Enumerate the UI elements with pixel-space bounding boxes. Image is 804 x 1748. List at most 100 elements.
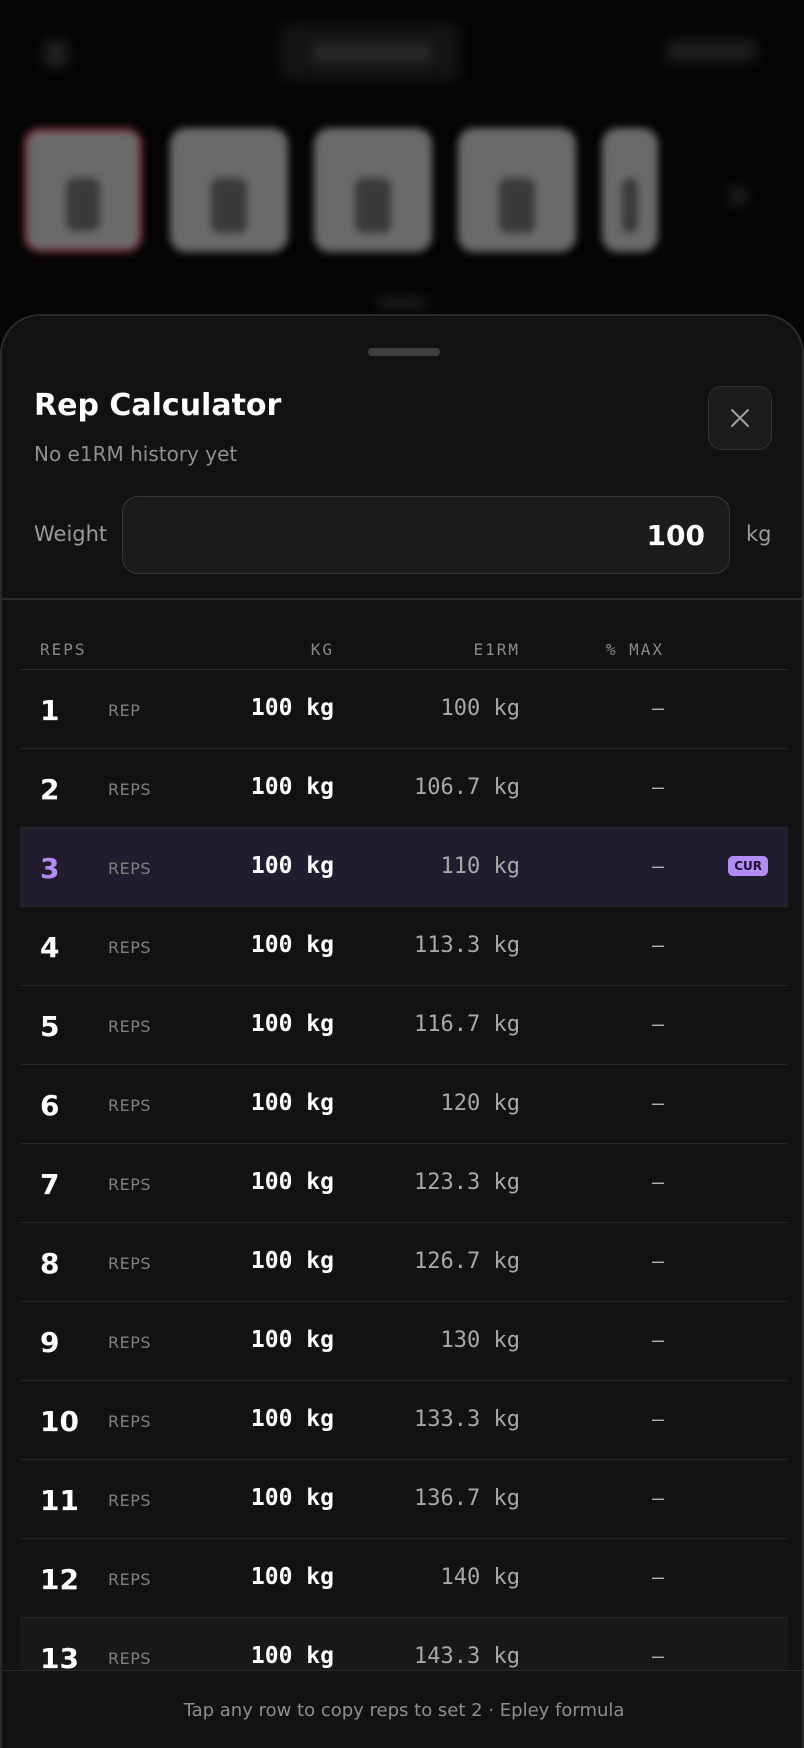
weight-value: 100 kg xyxy=(250,1406,334,1432)
current-badge: CUR xyxy=(728,856,768,876)
rep-unit-label: REPS xyxy=(108,1333,152,1352)
e1rm-value: 110 kg xyxy=(440,854,520,879)
rep-count: 5 xyxy=(40,1010,60,1043)
rep-count: 1 xyxy=(40,694,60,727)
rep-unit-label: REPS xyxy=(108,1491,152,1510)
header-selector-label xyxy=(312,44,432,62)
weight-value: 100 kg xyxy=(250,1643,334,1669)
exercise-thumbnail xyxy=(24,128,142,252)
e1rm-value: 140 kg xyxy=(440,1565,520,1590)
e1rm-value: 126.7 kg xyxy=(414,1249,520,1274)
weight-unit: kg xyxy=(746,522,772,546)
rep-count: 3 xyxy=(40,852,60,885)
rep-unit-label: REPS xyxy=(108,1254,152,1273)
exercise-thumbnail xyxy=(458,128,576,252)
rep-count: 8 xyxy=(40,1247,60,1280)
rep-unit-label: REPS xyxy=(108,780,152,799)
pct-max-value: – xyxy=(651,1012,664,1036)
e1rm-value: 116.7 kg xyxy=(414,1012,520,1037)
header-kg: KG xyxy=(310,640,334,659)
table-header: REPS KG E1RM % MAX xyxy=(20,616,788,670)
table-row[interactable]: 1 REP 100 kg 100 kg – xyxy=(20,670,788,749)
e1rm-value: 136.7 kg xyxy=(414,1486,520,1511)
sheet-grabber[interactable] xyxy=(368,348,440,356)
pct-max-value: – xyxy=(651,696,664,720)
weight-value: 100 kg xyxy=(250,932,334,958)
divider xyxy=(2,598,802,600)
pct-max-value: – xyxy=(651,1565,664,1589)
e1rm-value: 133.3 kg xyxy=(414,1407,520,1432)
weight-value: 100 kg xyxy=(250,695,334,721)
table-row[interactable]: 7 REPS 100 kg 123.3 kg – xyxy=(20,1144,788,1223)
pct-max-value: – xyxy=(651,1407,664,1431)
rep-unit-label: REPS xyxy=(108,1412,152,1431)
weight-value: 100 kg xyxy=(250,1090,334,1116)
table-row[interactable]: 6 REPS 100 kg 120 kg – xyxy=(20,1065,788,1144)
header-pct-max: % MAX xyxy=(605,640,664,659)
rep-count: 4 xyxy=(40,931,60,964)
menu-icon xyxy=(44,42,68,66)
rep-count: 2 xyxy=(40,773,60,806)
table-row[interactable]: 2 REPS 100 kg 106.7 kg – xyxy=(20,749,788,828)
rep-count: 11 xyxy=(40,1484,79,1517)
table-row[interactable]: 10 REPS 100 kg 133.3 kg – xyxy=(20,1381,788,1460)
e1rm-value: 113.3 kg xyxy=(414,933,520,958)
close-icon xyxy=(731,409,749,427)
sheet-title: Rep Calculator xyxy=(34,388,282,423)
weight-value: 100 kg xyxy=(250,1564,334,1590)
e1rm-value: 120 kg xyxy=(440,1091,520,1116)
pct-max-value: – xyxy=(651,1328,664,1352)
rep-unit-label: REPS xyxy=(108,859,152,878)
rep-count: 9 xyxy=(40,1326,60,1359)
exercise-thumbnail xyxy=(602,128,658,252)
weight-input[interactable] xyxy=(122,496,730,574)
exercise-thumbnail xyxy=(170,128,288,252)
table-row[interactable]: 3 REPS 100 kg 110 kg – CUR xyxy=(20,828,788,907)
weight-value: 100 kg xyxy=(250,1169,334,1195)
rep-unit-label: REPS xyxy=(108,1570,152,1589)
pct-max-value: – xyxy=(651,1091,664,1115)
pct-max-value: – xyxy=(651,775,664,799)
weight-value: 100 kg xyxy=(250,1327,334,1353)
pct-max-value: – xyxy=(651,854,664,878)
weight-value: 100 kg xyxy=(250,1248,334,1274)
rep-unit-label: REPS xyxy=(108,938,152,957)
rep-unit-label: REPS xyxy=(108,1017,152,1036)
rep-unit-label: REPS xyxy=(108,1096,152,1115)
chevron-right-icon xyxy=(730,188,746,204)
exercise-thumbnail xyxy=(314,128,432,252)
table-row[interactable]: 11 REPS 100 kg 136.7 kg – xyxy=(20,1460,788,1539)
header-e1rm: E1RM xyxy=(473,640,520,659)
rep-calculator-sheet: Rep Calculator No e1RM history yet Weigh… xyxy=(0,314,804,1748)
table-row[interactable]: 5 REPS 100 kg 116.7 kg – xyxy=(20,986,788,1065)
background-app xyxy=(0,0,804,340)
pct-max-value: – xyxy=(651,1486,664,1510)
weight-value: 100 kg xyxy=(250,774,334,800)
table-row[interactable]: 4 REPS 100 kg 113.3 kg – xyxy=(20,907,788,986)
rep-unit-label: REPS xyxy=(108,1649,152,1668)
header-reps: REPS xyxy=(40,640,87,659)
background-handle xyxy=(378,300,426,306)
rep-count: 7 xyxy=(40,1168,60,1201)
e1rm-value: 143.3 kg xyxy=(414,1644,520,1669)
table-row[interactable]: 9 REPS 100 kg 130 kg – xyxy=(20,1302,788,1381)
pct-max-value: – xyxy=(651,1170,664,1194)
rep-count: 10 xyxy=(40,1405,79,1438)
pct-max-value: – xyxy=(651,1644,664,1668)
e1rm-value: 130 kg xyxy=(440,1328,520,1353)
weight-value: 100 kg xyxy=(250,1011,334,1037)
pct-max-value: – xyxy=(651,1249,664,1273)
pct-max-value: – xyxy=(651,933,664,957)
footer-hint: Tap any row to copy reps to set 2 · Eple… xyxy=(2,1670,802,1748)
table-body: 1 REP 100 kg 100 kg – 2 REPS 100 kg 106.7 kg – 3 RE… xyxy=(20,670,788,1697)
rep-unit-label: REP xyxy=(108,701,141,720)
e1rm-value: 106.7 kg xyxy=(414,775,520,800)
rep-count: 12 xyxy=(40,1563,79,1596)
table-row[interactable]: 12 REPS 100 kg 140 kg – xyxy=(20,1539,788,1618)
rep-unit-label: REPS xyxy=(108,1175,152,1194)
close-button[interactable] xyxy=(708,386,772,450)
e1rm-value: 100 kg xyxy=(440,696,520,721)
table-row[interactable]: 8 REPS 100 kg 126.7 kg – xyxy=(20,1223,788,1302)
rep-count: 6 xyxy=(40,1089,60,1122)
header-action xyxy=(666,40,756,62)
